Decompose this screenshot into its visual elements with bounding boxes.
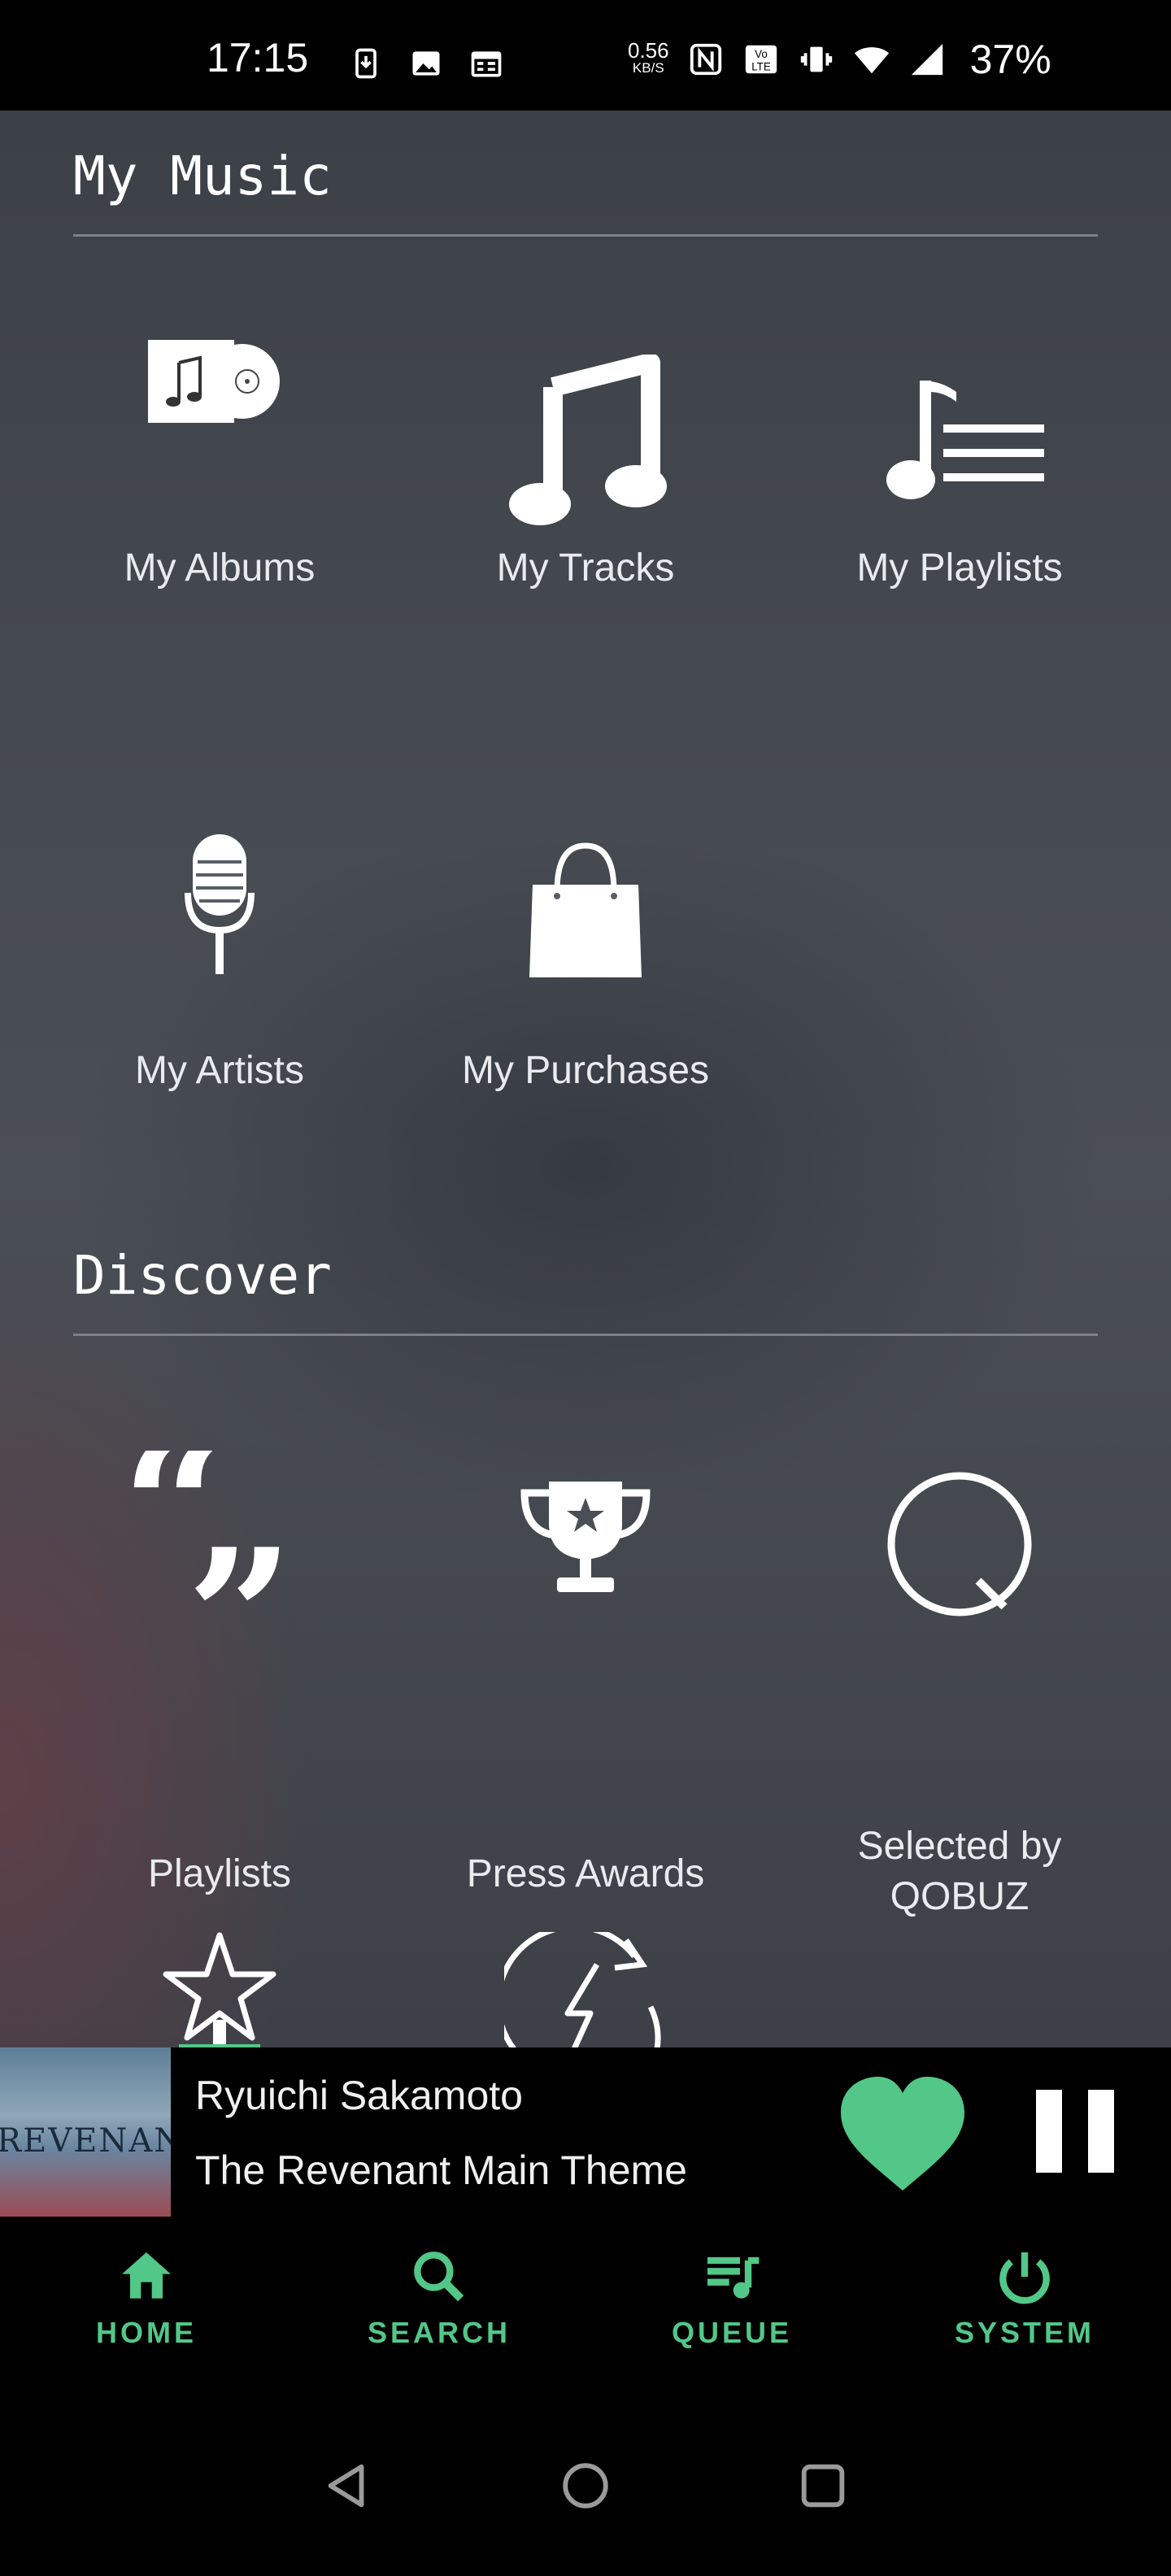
tile-label: Selected by QOBUZ [857,1825,1062,1918]
download-icon [355,48,377,79]
pause-icon[interactable] [1026,2086,1124,2176]
tile-label: My Playlists [856,546,1063,590]
svg-text:Vo: Vo [755,48,768,60]
now-playing-artist: Ryuichi Sakamoto [195,2073,523,2118]
now-playing-track: The Revenant Main Theme [195,2147,687,2193]
recents-icon[interactable] [794,2457,851,2514]
tile-my-albums[interactable]: My Albums [33,330,407,704]
signal-icon [911,43,942,76]
quote-icon: “ ” [126,1451,294,1630]
queue-icon [707,2256,760,2299]
nav-queue[interactable]: QUEUE [626,2244,838,2350]
tile-label: My Artists [134,1049,304,1092]
status-bar: 17:15 0.56 KB/S Vo LTE 37% [0,0,1171,111]
shopping-bag-icon [529,842,642,977]
section-title-my-music: My Music [73,145,332,207]
vibrate-icon [800,46,832,72]
tile-label: My Purchases [461,1049,710,1092]
svg-text:LTE: LTE [751,60,771,72]
qobuz-logo-icon [887,1472,1032,1617]
calendar-icon [471,51,502,77]
playlist-icon [886,381,1044,499]
favorite-heart-icon[interactable] [838,2073,968,2195]
tile-label: Press Awards [466,1852,705,1895]
volte-icon: VoLTE [745,45,777,74]
music-note-icon [509,355,667,525]
search-icon [414,2252,464,2302]
tile-selected-by-qobuz[interactable]: Selected by QOBUZ [773,1467,1147,1922]
svg-text:”: ” [186,1508,294,1630]
section-title-discover: Discover [73,1244,332,1307]
album-art-title: REVENANT [0,2122,171,2160]
tile-my-purchases[interactable]: My Purchases [398,842,773,1171]
wifi-icon [854,47,889,74]
system-navigation-bar [0,2392,1171,2576]
tile-label: My Tracks [496,546,675,590]
home-icon [122,2252,171,2299]
tile-my-tracks[interactable]: My Tracks [398,355,773,704]
home-content[interactable]: My Music My Albums My Tracks My Playlist… [0,111,1171,2049]
tile-playlists[interactable]: “ ” Playlists [33,1451,407,1906]
section-divider [73,234,1098,237]
nav-search[interactable]: SEARCH [333,2244,545,2350]
home-circle-icon[interactable] [557,2457,614,2514]
power-icon [999,2252,1050,2304]
back-icon[interactable] [319,2457,376,2514]
image-icon [412,51,440,76]
nfc-icon [690,43,721,76]
status-time: 17:15 [207,35,309,80]
trophy-icon [520,1482,651,1592]
section-divider [73,1334,1098,1336]
now-playing-bar[interactable]: REVENANT Ryuichi Sakamoto The Revenant M… [0,2047,1171,2217]
tile-my-playlists[interactable]: My Playlists [773,371,1147,704]
bottom-navigation: HOME SEARCH QUEUE SYSTEM [0,2217,1171,2392]
network-speed: 0.56 KB/S [628,38,669,76]
tile-new-releases[interactable] [398,1932,773,2049]
nav-home[interactable]: HOME [41,2244,252,2350]
nav-system[interactable]: SYSTEM [919,2244,1130,2350]
microphone-icon [185,834,255,974]
star-icon [163,1932,276,2049]
refresh-lightning-icon [504,1932,661,2049]
tile-star[interactable] [33,1932,407,2049]
tile-label: My Albums [124,546,316,590]
tile-press-awards[interactable]: Press Awards [398,1475,773,1906]
album-icon [148,340,280,423]
album-art[interactable]: REVENANT [0,2047,171,2217]
battery-level: 37% [969,37,1051,82]
tile-my-artists[interactable]: My Artists [33,829,407,1171]
tile-label: Playlists [147,1852,292,1895]
